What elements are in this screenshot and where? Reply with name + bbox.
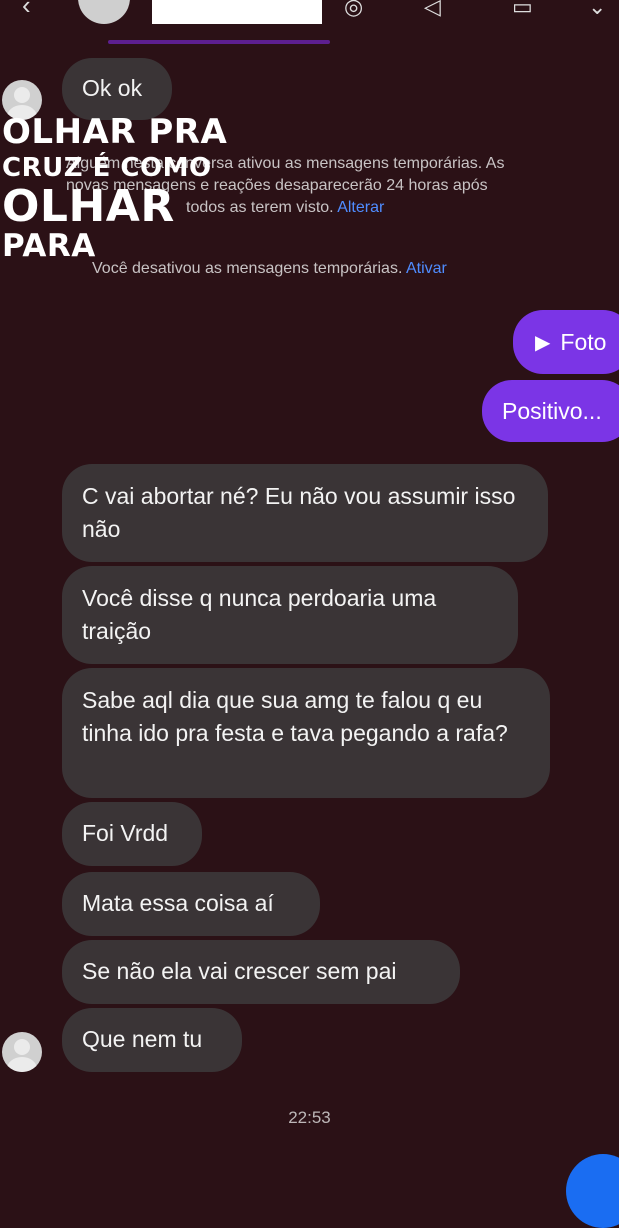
message-bubble[interactable]: Ok ok — [62, 58, 172, 120]
header-underline — [108, 40, 330, 44]
message-bubble[interactable]: Se não ela vai crescer sem pai — [62, 940, 460, 1004]
message-text: Foi Vrdd — [82, 820, 169, 846]
message-text: C vai abortar né? Eu não vou assumir iss… — [82, 483, 516, 542]
message-bubble[interactable]: Você disse q nunca perdoaria uma traição — [62, 566, 518, 664]
message-text: Sabe aql dia que sua amg te falou q eu t… — [82, 687, 508, 746]
message-bubble[interactable]: Que nem tu — [62, 1008, 242, 1072]
contact-avatar[interactable] — [78, 0, 130, 24]
flag-icon[interactable]: ▭ — [512, 0, 533, 20]
system-message-disabled: Você desativou as mensagens temporárias.… — [92, 258, 592, 280]
play-triangle-icon: ▶ — [535, 331, 551, 354]
message-bubble[interactable]: C vai abortar né? Eu não vou assumir iss… — [62, 464, 548, 562]
message-text: Você disse q nunca perdoaria uma traição — [82, 585, 437, 644]
sent-photo-bubble[interactable]: ▶ Foto — [513, 310, 619, 374]
message-bubble[interactable]: Mata essa coisa aí — [62, 872, 320, 936]
message-text: Que nem tu — [82, 1026, 203, 1052]
overlay-line2: CRUZ É COMO — [2, 153, 212, 183]
alterar-link[interactable]: Alterar — [337, 199, 384, 216]
message-text: Mata essa coisa aí — [82, 890, 274, 916]
redacted-contact-name — [152, 0, 322, 24]
scroll-down-button[interactable] — [566, 1154, 619, 1228]
timestamp: 22:53 — [288, 1108, 331, 1127]
avatar[interactable] — [2, 1032, 42, 1072]
video-call-icon[interactable]: ◁ — [424, 0, 441, 20]
chevron-left-icon[interactable]: ‹ — [22, 0, 31, 21]
ativar-link[interactable]: Ativar — [406, 260, 447, 277]
overlay-line3: OLHAR — [2, 181, 175, 232]
system-text-line3: todos as terem visto. — [186, 199, 334, 216]
system-disabled-text: Você desativou as mensagens temporárias. — [92, 260, 403, 277]
chevron-down-icon[interactable]: ⌄ — [588, 0, 606, 20]
sent-message-bubble[interactable]: Positivo... — [482, 380, 619, 442]
photo-label: Foto — [560, 328, 607, 355]
overlay-line1: OLHAR PRA — [2, 112, 228, 152]
message-bubble[interactable]: Foi Vrdd — [62, 802, 202, 866]
message-bubble[interactable]: Sabe aql dia que sua amg te falou q eu t… — [62, 668, 550, 798]
audio-call-icon[interactable]: ◎ — [344, 0, 363, 20]
message-text: Se não ela vai crescer sem pai — [82, 958, 397, 984]
message-text: Ok ok — [82, 75, 143, 101]
overlay-line4: PARA — [2, 228, 96, 264]
chat-header: ‹ ◎ ◁ ▭ ⌄ — [0, 0, 619, 44]
sent-message-text: Positivo... — [502, 397, 602, 424]
